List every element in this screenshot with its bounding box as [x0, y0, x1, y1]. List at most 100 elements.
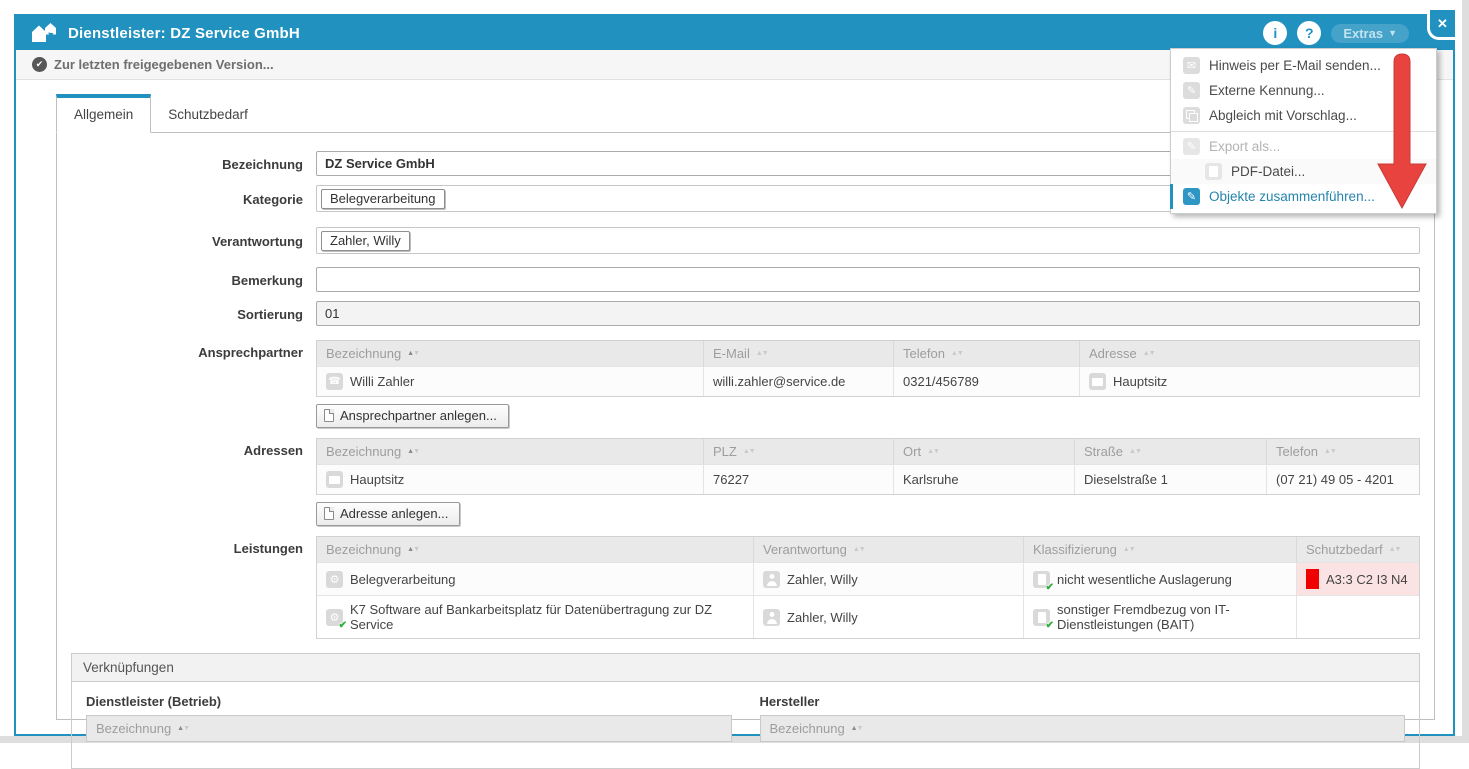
- column-header[interactable]: Telefon ▲▼: [894, 341, 1080, 366]
- sortierung-input[interactable]: [316, 301, 1420, 326]
- table-row[interactable]: ⚙✔ K7 Software auf Bankarbeitsplatz für …: [317, 595, 1419, 638]
- tab-allgemein[interactable]: Allgemein: [56, 94, 151, 133]
- address-phone: (07 21) 49 05 - 4201: [1276, 472, 1394, 487]
- dienstleister-betrieb-table-header[interactable]: Bezeichnung ▲▼: [86, 715, 732, 742]
- column-header[interactable]: Verantwortung▲▼: [754, 537, 1024, 562]
- kategorie-chip[interactable]: Belegverarbeitung: [321, 189, 445, 209]
- menu-item-label: PDF-Datei...: [1231, 164, 1305, 179]
- contact-email: willi.zahler@service.de: [713, 374, 845, 389]
- column-header[interactable]: Klassifizierung ▲▼: [1024, 537, 1297, 562]
- service-classification-cell: ✔ nicht wesentliche Auslagerung: [1024, 563, 1297, 595]
- person-icon: [763, 609, 780, 626]
- service-responsible: Zahler, Willy: [787, 572, 858, 587]
- last-released-version-link[interactable]: Zur letzten freigegebenen Version...: [54, 57, 274, 72]
- contact-email-cell: willi.zahler@service.de: [704, 367, 894, 396]
- verantwortung-chip[interactable]: Zahler, Willy: [321, 231, 410, 251]
- field-row-bemerkung: Bemerkung: [71, 267, 1420, 292]
- field-row-sortierung: Sortierung: [71, 301, 1420, 326]
- menu-item-hinweis-email[interactable]: ✉ Hinweis per E-Mail senden...: [1171, 53, 1436, 78]
- column-header[interactable]: Bezeichnung ▲▼: [317, 341, 704, 366]
- help-button[interactable]: ?: [1297, 21, 1321, 45]
- info-button[interactable]: i: [1263, 21, 1287, 45]
- kategorie-label: Kategorie: [71, 191, 303, 207]
- contact-name-cell: ☎ Willi Zahler: [317, 367, 704, 396]
- dienstleister-betrieb-label: Dienstleister (Betrieb): [86, 694, 732, 709]
- column-header[interactable]: Straße ▲▼: [1075, 439, 1267, 464]
- service-name-cell: ⚙✔ K7 Software auf Bankarbeitsplatz für …: [317, 596, 754, 638]
- menu-item-label: Objekte zusammenführen...: [1209, 189, 1375, 204]
- address-icon: [1089, 373, 1106, 390]
- sort-icon: ▲▼: [1123, 546, 1135, 553]
- sort-icon: ▲▼: [407, 350, 419, 357]
- sort-icon: ▲▼: [407, 448, 419, 455]
- hersteller-table-header[interactable]: Bezeichnung ▲▼: [760, 715, 1406, 742]
- column-header[interactable]: Schutzbedarf▲▼: [1297, 537, 1419, 562]
- service-classification: nicht wesentliche Auslagerung: [1057, 572, 1232, 587]
- sort-icon: ▲▼: [951, 350, 963, 357]
- add-contact-button[interactable]: Ansprechpartner anlegen...: [316, 404, 509, 428]
- column-header-label: Telefon: [903, 346, 945, 361]
- column-header-label: Telefon: [1276, 444, 1318, 459]
- leistungen-block: Bezeichnung▲▼ Verantwortung▲▼ Klassifizi…: [316, 536, 1420, 639]
- column-header-label: Straße: [1084, 444, 1123, 459]
- service-classification-cell: ✔ sonstiger Fremdbezug von IT-Dienstleis…: [1024, 596, 1297, 638]
- verantwortung-field[interactable]: Zahler, Willy: [316, 227, 1420, 254]
- leistungen-table: Bezeichnung▲▼ Verantwortung▲▼ Klassifizi…: [316, 536, 1420, 639]
- verantwortung-label: Verantwortung: [71, 233, 303, 249]
- column-header[interactable]: Ort▲▼: [894, 439, 1075, 464]
- field-row-leistungen: Leistungen Bezeichnung▲▼ Verantwortung▲▼…: [71, 536, 1420, 639]
- title-bar: Dienstleister: DZ Service GmbH i ? Extra…: [16, 16, 1453, 50]
- address-phone-cell: (07 21) 49 05 - 4201: [1267, 465, 1419, 494]
- adressen-block: Bezeichnung▲▼ PLZ▲▼ Ort▲▼ Straße ▲▼ Telef…: [316, 438, 1420, 536]
- column-header[interactable]: PLZ▲▼: [704, 439, 894, 464]
- verknuepfungen-body: Dienstleister (Betrieb) Bezeichnung ▲▼ H…: [72, 682, 1419, 768]
- extras-button[interactable]: Extras ▼: [1331, 24, 1409, 43]
- sort-icon: ▲▼: [1129, 448, 1141, 455]
- column-header[interactable]: E-Mail▲▼: [704, 341, 894, 366]
- table-row[interactable]: ⚙ Belegverarbeitung Zahler, Willy ✔ nich…: [317, 562, 1419, 595]
- edit-icon: ✎: [1183, 82, 1200, 99]
- sort-icon: ▲▼: [1143, 350, 1155, 357]
- column-header[interactable]: Bezeichnung▲▼: [317, 537, 754, 562]
- menu-item-objekte-zusammenfuehren[interactable]: ✎ Objekte zusammenführen...: [1171, 184, 1436, 209]
- check-icon: ✔: [339, 620, 347, 631]
- column-header[interactable]: Telefon▲▼: [1267, 439, 1419, 464]
- contact-phone-cell: 0321/456789: [894, 367, 1080, 396]
- bemerkung-input[interactable]: [316, 267, 1420, 292]
- column-header-label: Klassifizierung: [1033, 542, 1117, 557]
- export-icon: ✎: [1183, 138, 1200, 155]
- service-name: K7 Software auf Bankarbeitsplatz für Dat…: [350, 602, 744, 632]
- extras-dropdown-menu: ✉ Hinweis per E-Mail senden... ✎ Externe…: [1170, 48, 1437, 214]
- new-document-icon: [324, 507, 334, 520]
- pdf-file-icon: [1205, 163, 1222, 180]
- menu-item-pdf-datei[interactable]: PDF-Datei...: [1171, 159, 1436, 184]
- classification-doc-icon: ✔: [1033, 609, 1050, 626]
- sort-icon: ▲▼: [177, 725, 189, 732]
- merge-icon: ✎: [1183, 188, 1200, 205]
- menu-item-externe-kennung[interactable]: ✎ Externe Kennung...: [1171, 78, 1436, 103]
- address-zip: 76227: [713, 472, 749, 487]
- column-header-label: Verantwortung: [763, 542, 847, 557]
- table-row[interactable]: ☎ Willi Zahler willi.zahler@service.de 0…: [317, 366, 1419, 396]
- sort-icon: ▲▼: [407, 546, 419, 553]
- menu-item-export-als[interactable]: ✎ Export als...: [1171, 131, 1436, 159]
- bemerkung-label: Bemerkung: [71, 272, 303, 288]
- table-body: ☎ Willi Zahler willi.zahler@service.de 0…: [317, 366, 1419, 396]
- column-header[interactable]: Bezeichnung▲▼: [317, 439, 704, 464]
- tab-schutzbedarf[interactable]: Schutzbedarf: [151, 98, 265, 132]
- service-responsible-cell: Zahler, Willy: [754, 596, 1024, 638]
- hersteller-label: Hersteller: [760, 694, 1406, 709]
- table-row[interactable]: Hauptsitz 76227 Karlsruhe Dieselstraße 1…: [317, 464, 1419, 494]
- column-header[interactable]: Adresse▲▼: [1080, 341, 1419, 366]
- close-icon: ✕: [1437, 16, 1448, 32]
- copy-icon: [1183, 107, 1200, 124]
- add-address-button[interactable]: Adresse anlegen...: [316, 502, 460, 526]
- close-button[interactable]: ✕: [1427, 10, 1455, 40]
- person-icon: [763, 571, 780, 588]
- service-responsible: Zahler, Willy: [787, 610, 858, 625]
- menu-item-abgleich-vorschlag[interactable]: Abgleich mit Vorschlag...: [1171, 103, 1436, 128]
- adressen-table: Bezeichnung▲▼ PLZ▲▼ Ort▲▼ Straße ▲▼ Telef…: [316, 438, 1420, 495]
- column-header-label: Bezeichnung: [326, 346, 401, 361]
- service-name: Belegverarbeitung: [350, 572, 456, 587]
- screen: ✕ Dienstleister: DZ Service GmbH i ? Ext…: [0, 0, 1469, 743]
